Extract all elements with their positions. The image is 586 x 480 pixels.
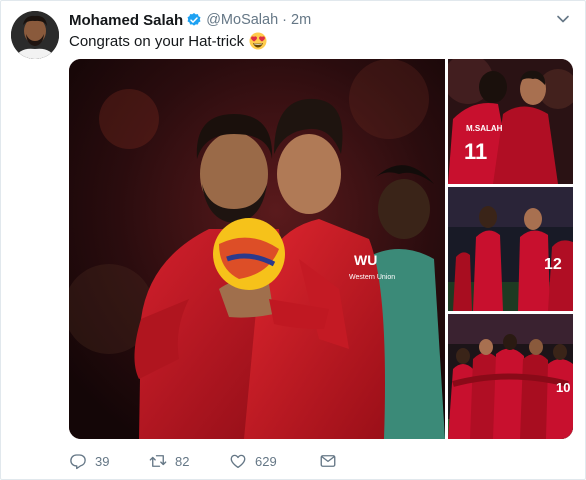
tweet-actions: 39 82 629 [69,450,345,472]
photo-hug[interactable]: M.SALAH 11 [448,59,573,184]
reply-count: 39 [95,453,110,469]
direct-message-button[interactable] [319,452,345,470]
timestamp[interactable]: 2m [291,12,311,28]
heart-icon [230,454,246,469]
sleeve-sponsor-text: WU [354,252,377,268]
envelope-icon [320,455,336,467]
avatar[interactable] [11,11,59,59]
heart-eyes-emoji-icon [249,32,267,50]
tweet-text: Congrats on your Hat-trick [69,32,267,50]
display-name[interactable]: Mohamed Salah [69,12,183,29]
reply-button[interactable]: 39 [69,452,149,470]
photo-team-walk[interactable]: 12 [448,187,573,311]
retweet-icon [149,455,167,467]
jersey-number-text: 10 [556,380,570,395]
jersey-number-text: 11 [464,139,487,164]
tweet-text-body: Congrats on your Hat-trick [69,32,245,50]
like-count: 629 [255,453,277,469]
like-button[interactable]: 629 [229,452,319,470]
media-grid[interactable]: WU Western Union M.SALAH 11 12 10 [69,59,573,439]
chevron-down-icon[interactable] [555,11,571,27]
photo-salah-firmino-ball[interactable]: WU Western Union [69,59,445,439]
tweet-card[interactable]: Mohamed Salah @MoSalah · 2m Congrats on … [0,0,586,480]
tweet-header: Mohamed Salah @MoSalah · 2m [69,11,311,29]
retweet-button[interactable]: 82 [149,452,229,470]
user-handle[interactable]: @MoSalah [206,12,278,28]
retweet-count: 82 [175,453,190,469]
jersey-name-text: M.SALAH [466,124,503,133]
reply-icon [70,454,86,470]
separator-dot: · [282,12,287,28]
verified-badge-icon [186,12,202,28]
photo-team-celebration[interactable]: 10 [448,314,573,439]
jersey-sponsor-text: Western Union [349,274,395,281]
jersey-number-text: 12 [544,256,562,273]
